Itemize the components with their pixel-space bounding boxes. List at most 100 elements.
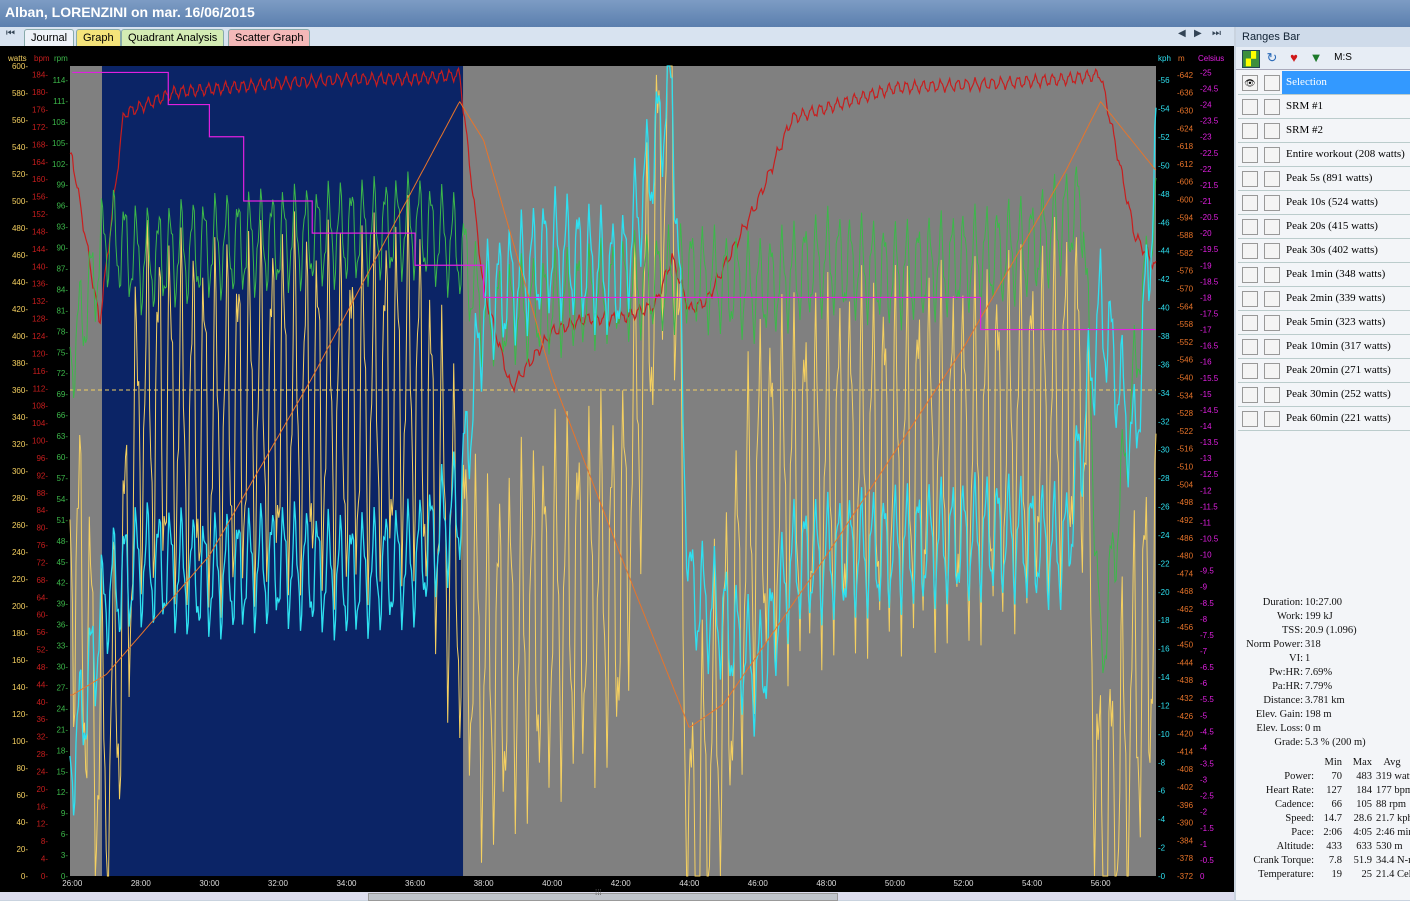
watts-tick: 480- [12,224,28,233]
watts-tick: 360- [12,386,28,395]
tab-journal[interactable]: Journal [24,29,75,46]
range-visibility-toggle[interactable] [1242,291,1258,307]
range-checkbox[interactable] [1264,123,1280,139]
rpm-tick: 111- [53,97,68,106]
tab-quadrant-analysis[interactable]: Quadrant Analysis [121,29,225,46]
range-item[interactable]: Peak 30min (252 watts) [1238,383,1410,407]
range-checkbox[interactable] [1264,387,1280,403]
watts-tick: 380- [12,359,28,368]
summary-label: Norm Power: [1246,639,1303,650]
rpm-tick: 36- [56,621,68,630]
celsius-tick: -12.5 [1200,470,1219,479]
stats-row-label: Temperature: [1258,869,1314,880]
gem-icon[interactable]: ▼ [1308,50,1324,66]
range-label: SRM #1 [1286,100,1323,112]
altitude-tick: -414 [1177,747,1194,756]
tab-graph[interactable]: Graph [76,29,121,46]
altitude-tick: -528 [1177,409,1194,418]
celsius-tick: -6.5 [1200,663,1214,672]
range-checkbox[interactable] [1264,291,1280,307]
bpm-tick: 16- [36,802,48,811]
range-item[interactable]: 👁 Selection [1238,71,1410,95]
range-visibility-toggle[interactable] [1242,267,1258,283]
graph-panel[interactable]: 0- 20- 40- 60- 80- 100- 120- 140- 160- 180- 200- 22… [0,46,1234,892]
altitude-tick: -504 [1177,480,1194,489]
range-item[interactable]: Peak 5min (323 watts) [1238,311,1410,335]
summary-row: VI: 1 [1236,653,1408,664]
range-item[interactable]: Peak 10min (317 watts) [1238,335,1410,359]
horizontal-scrollbar[interactable]: ⁞⁞⁞ [0,888,1234,901]
celsius-tick: -14 [1200,422,1212,431]
next-page-icon[interactable]: ▶ [1194,28,1202,39]
watts-axis-label: watts [7,54,27,63]
range-checkbox[interactable] [1264,99,1280,115]
range-checkbox[interactable] [1264,219,1280,235]
range-item[interactable]: Peak 2min (339 watts) [1238,287,1410,311]
range-item[interactable]: Peak 1min (348 watts) [1238,263,1410,287]
range-visibility-toggle[interactable] [1242,363,1258,379]
range-checkbox[interactable] [1264,243,1280,259]
range-checkbox[interactable] [1264,411,1280,427]
range-item[interactable]: Peak 10s (524 watts) [1238,191,1410,215]
altitude-tick: -558 [1177,320,1194,329]
range-checkbox[interactable] [1264,315,1280,331]
celsius-tick: -18 [1200,293,1212,302]
range-label: Peak 30min (252 watts) [1286,388,1391,400]
range-item[interactable]: Peak 60min (221 watts) [1238,407,1410,431]
range-visibility-toggle[interactable] [1242,243,1258,259]
watts-tick: 80- [16,764,28,773]
refresh-icon[interactable]: ↻ [1264,50,1280,66]
altitude-tick: -582 [1177,249,1194,258]
heart-icon[interactable]: ♥ [1286,50,1302,66]
celsius-tick: -4.5 [1200,727,1214,736]
range-checkbox[interactable] [1264,171,1280,187]
range-visibility-toggle[interactable] [1242,195,1258,211]
celsius-tick: -20 [1200,229,1212,238]
range-item[interactable]: Peak 30s (402 watts) [1238,239,1410,263]
workout-graph[interactable]: 0-20-40-60-80-100-120-140-160-180-200-22… [0,46,1234,892]
range-item[interactable]: Entire workout (208 watts) [1238,143,1410,167]
summary-value: 1 [1305,653,1311,664]
first-page-icon[interactable]: ⏮ [6,28,15,39]
range-checkbox[interactable] [1264,195,1280,211]
range-item[interactable]: Peak 5s (891 watts) [1238,167,1410,191]
watts-tick: 180- [12,629,28,638]
range-label: Peak 20s (415 watts) [1286,220,1378,232]
range-visibility-toggle[interactable] [1242,123,1258,139]
tab-scatter-graph[interactable]: Scatter Graph [228,29,311,46]
range-visibility-toggle[interactable] [1242,387,1258,403]
range-checkbox[interactable] [1264,267,1280,283]
time-tick: 30:00 [199,879,220,888]
summary-row: Elev. Loss: 0 m [1236,723,1408,734]
altitude-tick: -432 [1177,694,1194,703]
range-checkbox[interactable] [1264,363,1280,379]
range-visibility-toggle[interactable] [1242,315,1258,331]
tab-bar: ⏮ Journal Graph Quadrant Analysis Scatte… [0,27,1234,46]
prev-page-icon[interactable]: ◀ [1178,28,1186,39]
range-visibility-toggle[interactable] [1242,219,1258,235]
kph-tick: -24 [1158,531,1170,540]
range-item[interactable]: Peak 20min (271 watts) [1238,359,1410,383]
range-visibility-toggle[interactable] [1242,411,1258,427]
range-visibility-toggle[interactable] [1242,339,1258,355]
range-visibility-toggle[interactable] [1242,147,1258,163]
last-page-icon[interactable]: ⏭ [1212,28,1221,39]
ms-toggle[interactable]: M:S [1328,50,1358,66]
bpm-tick: 108- [32,402,48,411]
altitude-tick: -384 [1177,836,1194,845]
range-visibility-toggle[interactable]: 👁 [1242,75,1258,91]
range-item[interactable]: Peak 20s (415 watts) [1238,215,1410,239]
chart-icon[interactable]: ▞ [1242,50,1260,68]
watts-tick: 520- [12,170,28,179]
range-visibility-toggle[interactable] [1242,171,1258,187]
range-item[interactable]: SRM #2 [1238,119,1410,143]
range-checkbox[interactable] [1264,147,1280,163]
celsius-tick: -25 [1200,68,1212,77]
watts-tick: 140- [12,683,28,692]
range-checkbox[interactable] [1264,75,1280,91]
celsius-tick: -5 [1200,711,1208,720]
range-checkbox[interactable] [1264,339,1280,355]
range-item[interactable]: SRM #1 [1238,95,1410,119]
watts-tick: 240- [12,548,28,557]
range-visibility-toggle[interactable] [1242,99,1258,115]
